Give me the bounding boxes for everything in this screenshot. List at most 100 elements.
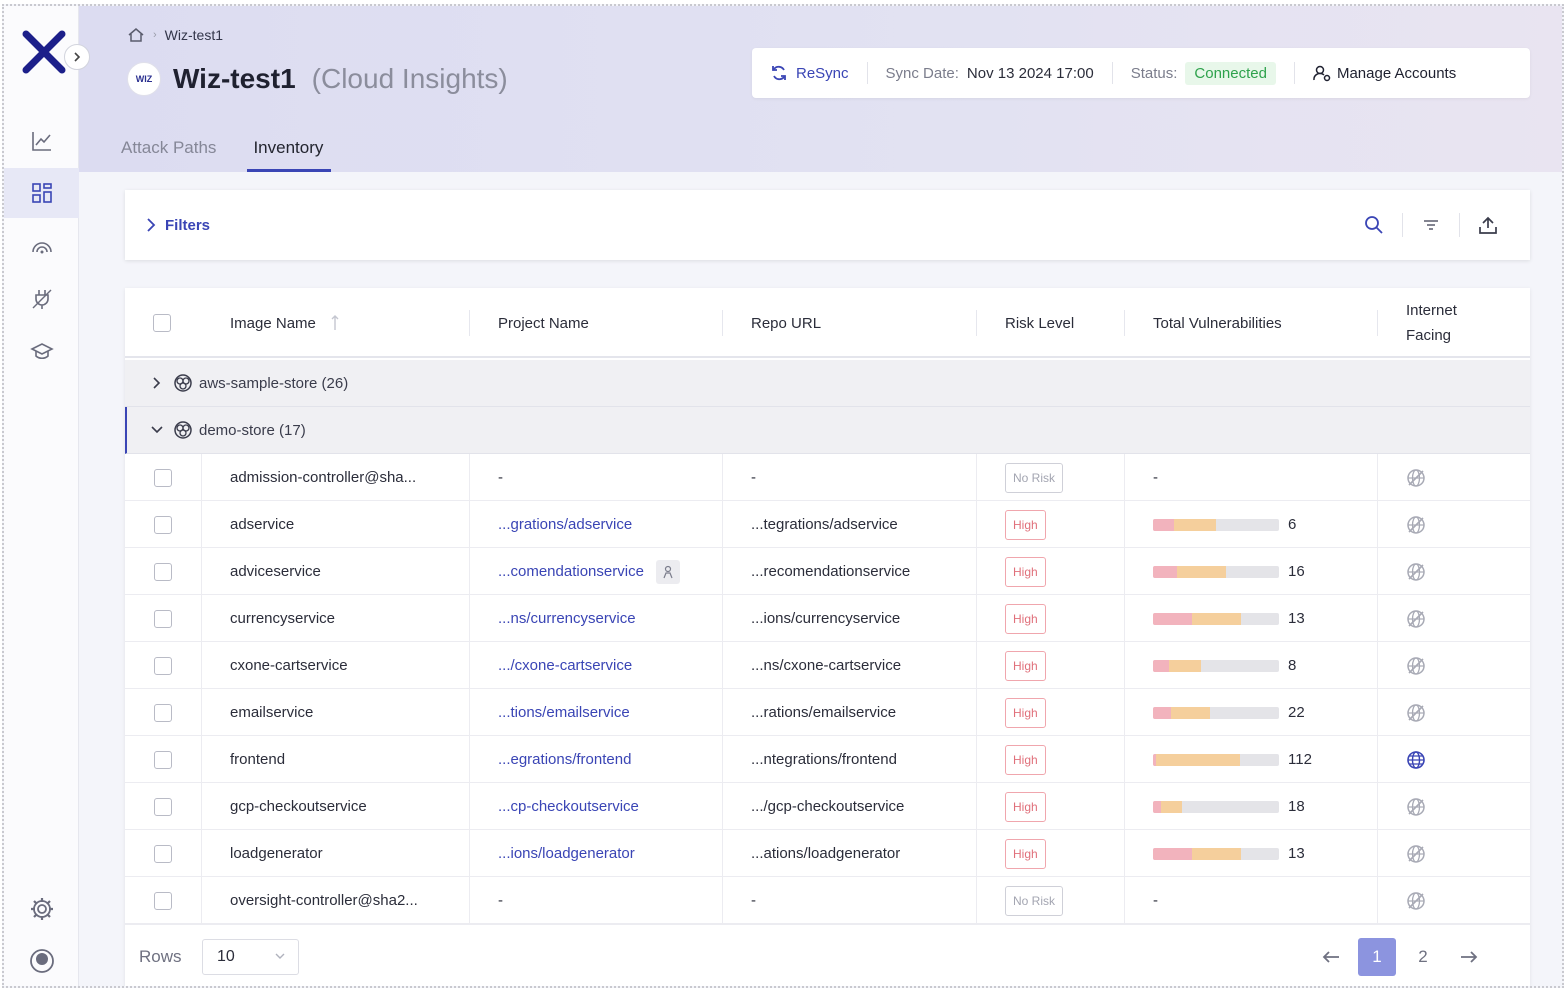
repo-url: ...ions/currencyservice (751, 610, 901, 627)
previous-page-button[interactable] (1308, 938, 1354, 976)
column-repo-url[interactable]: Repo URL (723, 288, 977, 358)
home-icon[interactable] (127, 26, 145, 44)
sidebar (4, 6, 90, 986)
select-all-checkbox[interactable] (153, 314, 171, 332)
vulnerability-bar (1153, 518, 1279, 531)
table-row[interactable]: loadgenerator ...ions/loadgenerator ...ati… (125, 830, 1530, 877)
row-checkbox[interactable] (154, 703, 172, 722)
repo-url: ...tegrations/adservice (751, 516, 898, 533)
group-row-demo-store[interactable]: demo-store (17) (125, 407, 1530, 454)
sidebar-item-analytics[interactable] (4, 116, 79, 166)
globe-off-icon (1407, 468, 1425, 487)
app-logo[interactable] (22, 30, 66, 74)
project-link[interactable]: ...tions/emailservice (498, 704, 630, 721)
sidebar-item-settings[interactable] (4, 884, 79, 934)
risk-badge: High (1005, 556, 1046, 587)
table-row[interactable]: adservice ...grations/adservice ...tegrati… (125, 501, 1530, 548)
rows-per-page-label: Rows (139, 946, 182, 966)
sidebar-expand-button[interactable] (64, 44, 90, 70)
column-label: Risk Level (1005, 314, 1075, 332)
project-link[interactable]: ...cp-checkoutservice (498, 798, 639, 815)
tab-attack-paths[interactable]: Attack Paths (119, 134, 218, 172)
rows-per-page-select[interactable]: 10 (202, 938, 299, 975)
page-header: › Wiz-test1 WIZ Wiz-test1 (Cloud Insight… (79, 6, 1562, 172)
image-name-cell: loadgenerator (202, 830, 470, 877)
project-link[interactable]: ...ns/currencyservice (498, 610, 636, 627)
image-name-cell: admission-controller@sha... (202, 454, 470, 501)
chevron-right-icon (147, 218, 156, 232)
tab-inventory[interactable]: Inventory (247, 134, 332, 172)
project-owner-button[interactable] (655, 559, 680, 584)
table-row[interactable]: oversight-controller@sha2... - - No Risk - (125, 877, 1530, 924)
image-name-cell: adservice (202, 501, 470, 548)
table-row[interactable]: emailservice ...tions/emailservice ...rati… (125, 689, 1530, 736)
resync-button[interactable]: ReSync (752, 48, 867, 98)
image-name: currencyservice (230, 610, 336, 627)
filters-bar: Filters (125, 190, 1530, 260)
filters-toggle[interactable]: Filters (145, 217, 210, 234)
row-checkbox[interactable] (154, 891, 172, 910)
column-project-name[interactable]: Project Name (470, 288, 723, 358)
project-link[interactable]: ...egrations/frontend (498, 751, 631, 768)
total-vulnerabilities-cell: 13 (1125, 830, 1378, 877)
row-checkbox[interactable] (154, 844, 172, 863)
sidebar-item-learning[interactable] (4, 326, 79, 376)
select-all-cell (153, 288, 171, 358)
project-link[interactable]: ...comendationservice (498, 563, 644, 580)
row-checkbox[interactable] (154, 656, 172, 675)
vulnerability-count: 6 (1288, 516, 1297, 533)
table-row[interactable]: currencyservice ...ns/currencyservice ...i… (125, 595, 1530, 642)
connection-status: Status: Connected (1113, 48, 1294, 98)
total-vulnerabilities-cell: 16 (1125, 548, 1378, 595)
project-name-cell: - (470, 454, 723, 501)
image-name-cell: currencyservice (202, 595, 470, 642)
sort-filter-button[interactable] (1403, 207, 1459, 243)
sync-panel: ReSync Sync Date: Nov 13 2024 17:00 Stat… (752, 48, 1530, 98)
project-link[interactable]: .../cxone-cartservice (498, 657, 632, 674)
risk-badge: No Risk (1005, 885, 1064, 916)
project-name-cell: ...grations/adservice (470, 501, 723, 548)
internet-facing-cell (1378, 501, 1530, 548)
vulnerability-bar (1153, 800, 1279, 813)
column-image-name[interactable]: Image Name (202, 288, 470, 358)
sidebar-item-integrations[interactable] (4, 274, 79, 324)
vulnerability-bar (1153, 847, 1279, 860)
table-row[interactable]: admission-controller@sha... - - No Risk - (125, 454, 1530, 501)
group-row-aws-sample-store[interactable]: aws-sample-store (26) (125, 360, 1530, 407)
sidebar-item-dashboard[interactable] (4, 168, 79, 218)
project-link[interactable]: ...ions/loadgenerator (498, 845, 635, 862)
next-page-button[interactable] (1446, 938, 1492, 976)
user-avatar-icon (29, 949, 54, 973)
vulnerability-count: 13 (1288, 610, 1305, 627)
risk-level-cell: High (977, 689, 1125, 736)
sidebar-item-profile[interactable] (4, 936, 79, 986)
column-internet-facing[interactable]: Internet Facing (1378, 288, 1530, 358)
image-name-cell: frontend (202, 736, 470, 783)
page-button-1[interactable]: 1 (1358, 937, 1396, 976)
vulnerability-count: 18 (1288, 798, 1305, 815)
table-row[interactable]: adviceservice ...comendationservice ...rec… (125, 548, 1530, 595)
row-checkbox[interactable] (154, 562, 172, 581)
manage-accounts-button[interactable]: Manage Accounts (1295, 48, 1474, 98)
row-checkbox[interactable] (154, 515, 172, 534)
project-link[interactable]: ...grations/adservice (498, 516, 632, 533)
page-button-2[interactable]: 2 (1400, 938, 1446, 976)
search-button[interactable] (1346, 207, 1402, 243)
image-name-cell: gcp-checkoutservice (202, 783, 470, 830)
table-row[interactable]: gcp-checkoutservice ...cp-checkoutservice… (125, 783, 1530, 830)
sidebar-item-signals[interactable] (4, 220, 79, 270)
total-vulnerabilities-cell: 13 (1125, 595, 1378, 642)
sync-date: Sync Date: Nov 13 2024 17:00 (868, 48, 1112, 98)
repo-url: ...ns/cxone-cartservice (751, 657, 902, 674)
table-row[interactable]: cxone-cartservice .../cxone-cartservice..… (125, 642, 1530, 689)
export-button[interactable] (1460, 207, 1516, 243)
row-checkbox[interactable] (154, 797, 172, 816)
table-row[interactable]: frontend ...egrations/frontend ...ntegrati… (125, 736, 1530, 783)
row-checkbox[interactable] (154, 468, 172, 487)
row-checkbox[interactable] (154, 609, 172, 628)
repo-url-cell: ...tegrations/adservice (723, 501, 977, 548)
row-checkbox[interactable] (154, 750, 172, 769)
title-row: WIZ Wiz-test1 (Cloud Insights) (127, 62, 508, 96)
column-risk-level[interactable]: Risk Level (977, 288, 1125, 358)
column-total-vulnerabilities[interactable]: Total Vulnerabilities (1125, 288, 1378, 358)
